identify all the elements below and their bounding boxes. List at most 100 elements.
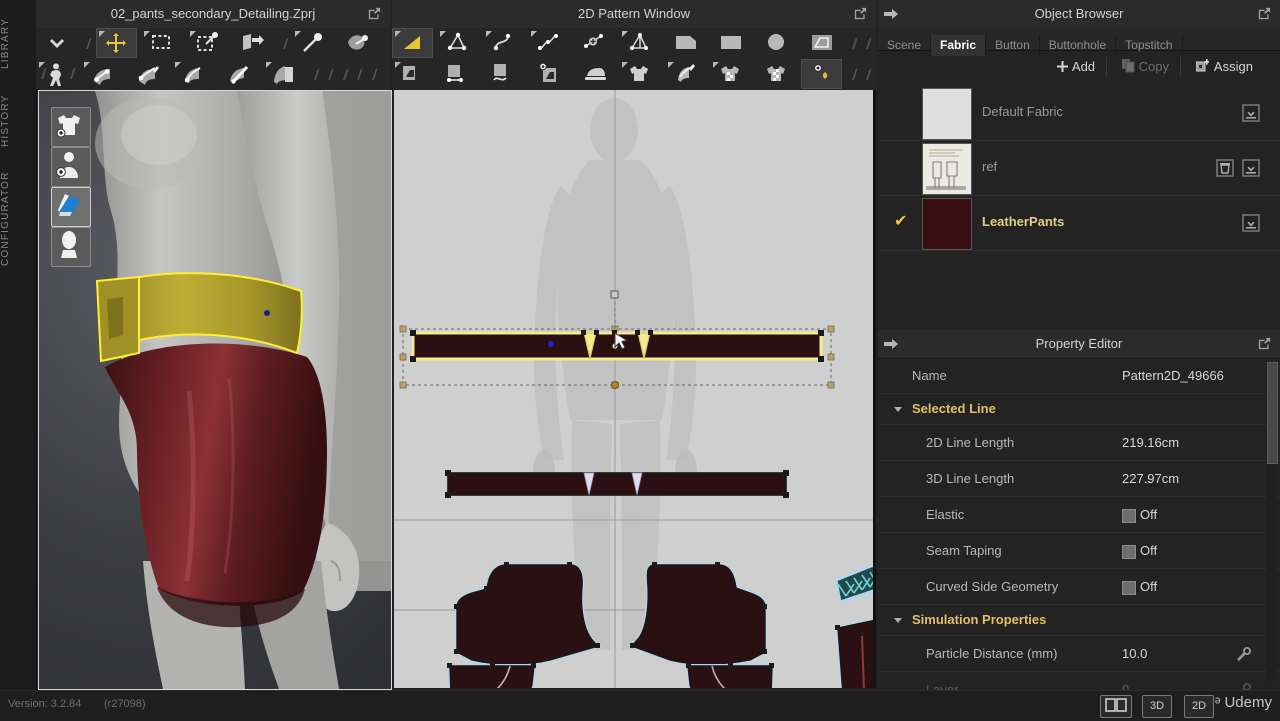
- tool-internal-line-icon[interactable]: [437, 59, 478, 89]
- list-item[interactable]: Default Fabric: [878, 86, 1280, 141]
- object-browser-actions: Add Copy Assign: [878, 52, 1280, 82]
- tool-edit-curvature-icon[interactable]: [483, 28, 524, 58]
- rail-item-library[interactable]: LIBRARY: [0, 8, 36, 78]
- tool-edit-pattern-icon[interactable]: [392, 28, 433, 58]
- toolbar-chevron: [278, 28, 288, 58]
- tool-fold-line-icon[interactable]: [263, 59, 304, 89]
- tool-segment-sewing-icon[interactable]: [81, 59, 122, 89]
- toolbar-chevron: [367, 59, 377, 89]
- split-view-button[interactable]: [1100, 695, 1132, 718]
- tool-avatar-walk-icon[interactable]: [36, 59, 77, 89]
- save-fabric-icon[interactable]: [1242, 104, 1260, 122]
- list-item[interactable]: ref: [878, 141, 1280, 196]
- tool-show-internal-shape-icon[interactable]: [528, 59, 569, 89]
- wrench-icon[interactable]: [1236, 646, 1252, 662]
- fabric-swatch[interactable]: [922, 88, 972, 140]
- property-row-3d-line-length[interactable]: 3D Line Length 227.97cm: [878, 461, 1280, 497]
- tool-internal-curve-icon[interactable]: [483, 59, 524, 89]
- save-fabric-icon[interactable]: [1242, 214, 1260, 232]
- tool-tack-on-avatar-icon[interactable]: [338, 28, 379, 58]
- tool-internal-polygon-icon[interactable]: [392, 59, 433, 89]
- tool-rectangle-select-icon[interactable]: [141, 28, 182, 58]
- show-garment-icon[interactable]: [51, 107, 91, 147]
- view-2d-button[interactable]: 2D: [1184, 695, 1214, 718]
- popout-icon[interactable]: [853, 6, 868, 21]
- curved-side-geometry-checkbox[interactable]: [1122, 581, 1136, 595]
- property-row-layer[interactable]: Layer 0: [878, 672, 1280, 690]
- chevron-down-icon[interactable]: [894, 407, 902, 412]
- tool-add-point-icon[interactable]: [574, 28, 615, 58]
- copy-fabric-button[interactable]: Copy: [1116, 55, 1175, 79]
- toolbar-chevron: [81, 28, 91, 58]
- property-row-name[interactable]: Name Pattern2D_49666: [878, 358, 1280, 394]
- property-group-selected-line[interactable]: Selected Line: [878, 394, 1280, 425]
- property-row-2d-line-length[interactable]: 2D Line Length 219.16cm: [878, 425, 1280, 461]
- tool-add-point-split-icon[interactable]: [528, 28, 569, 58]
- property-row-curved-side-geometry[interactable]: Curved Side Geometry Off: [878, 569, 1280, 605]
- tool-transform-move-icon[interactable]: [96, 28, 137, 58]
- fabric-swatch[interactable]: [922, 143, 972, 195]
- property-label: Curved Side Geometry: [926, 579, 1058, 594]
- property-group-simulation-properties[interactable]: Simulation Properties: [878, 605, 1280, 636]
- tool-texture-tshirt-icon[interactable]: [710, 59, 751, 89]
- wrench-icon[interactable]: [1236, 682, 1252, 690]
- tool-trace-icon[interactable]: [801, 28, 842, 58]
- tool-polygon-icon[interactable]: [665, 28, 706, 58]
- rail-item-configurator[interactable]: CONFIGURATOR: [0, 164, 36, 274]
- status-bar: Version: 3.2.84 (r27098) 3D 2D ᵊ Udemy: [0, 690, 1280, 721]
- popout-icon[interactable]: [1257, 336, 1272, 351]
- fabric-thumbnail: [923, 144, 969, 192]
- elastic-checkbox[interactable]: [1122, 509, 1136, 523]
- add-fabric-button[interactable]: Add: [1050, 55, 1101, 79]
- show-mannequin-icon[interactable]: [51, 227, 91, 267]
- tool-fold-arrange-icon[interactable]: [232, 28, 273, 58]
- show-fabric-icon[interactable]: [51, 187, 91, 227]
- tool-iron-fold-icon[interactable]: [574, 59, 615, 89]
- tool-rectangle-icon[interactable]: [710, 28, 751, 58]
- property-value[interactable]: 10.0: [1122, 646, 1147, 661]
- show-avatar-icon[interactable]: [51, 147, 91, 187]
- tool-pattern-tshirt-icon[interactable]: [756, 59, 797, 89]
- tool-sewing-line-icon[interactable]: [218, 59, 259, 89]
- property-editor-scrollbar[interactable]: [1267, 362, 1276, 682]
- fabric-swatch[interactable]: [922, 198, 972, 250]
- property-row-seam-taping[interactable]: Seam Taping Off: [878, 533, 1280, 569]
- property-editor-scroll-thumb[interactable]: [1267, 362, 1278, 464]
- viewport-3d[interactable]: [38, 90, 392, 690]
- object-browser-title: Object Browser: [1035, 6, 1124, 21]
- property-value[interactable]: Pattern2D_49666: [1122, 368, 1234, 383]
- property-value[interactable]: 227.97cm: [1122, 471, 1179, 486]
- tool-segment-icon[interactable]: [619, 28, 660, 58]
- viewport-2d-splitter[interactable]: [873, 90, 876, 688]
- popout-icon[interactable]: [1257, 6, 1272, 21]
- tool-transform-pattern-icon[interactable]: [187, 28, 228, 58]
- tool-import-icon[interactable]: [36, 28, 77, 58]
- toolbar-chevron: [352, 59, 362, 89]
- tool-pin-icon[interactable]: [292, 28, 333, 58]
- tool-garment-tshirt-icon[interactable]: [619, 59, 660, 89]
- rail-item-history[interactable]: HISTORY: [0, 86, 36, 156]
- property-row-particle-distance[interactable]: Particle Distance (mm) 10.0: [878, 636, 1280, 672]
- arrow-right-icon[interactable]: [882, 5, 900, 23]
- property-value[interactable]: 0: [1122, 682, 1129, 690]
- popout-icon[interactable]: [367, 6, 382, 21]
- tool-edit-curve-point-icon[interactable]: [437, 28, 478, 58]
- tool-circle-icon[interactable]: [756, 28, 797, 58]
- view-3d-button[interactable]: 3D: [1142, 695, 1172, 718]
- property-value[interactable]: 219.16cm: [1122, 435, 1179, 450]
- property-value: Off: [1140, 579, 1157, 594]
- tool-show-gizmo-icon[interactable]: [801, 59, 842, 89]
- save-fabric-icon[interactable]: [1242, 159, 1260, 177]
- viewport-2d[interactable]: [394, 90, 876, 688]
- list-item[interactable]: ✔ LeatherPants: [878, 196, 1280, 251]
- chevron-down-icon[interactable]: [894, 618, 902, 623]
- arrow-right-icon[interactable]: [882, 335, 900, 353]
- assign-fabric-button[interactable]: Assign: [1190, 55, 1259, 79]
- property-row-elastic[interactable]: Elastic Off: [878, 497, 1280, 533]
- tool-free-sewing-icon[interactable]: [127, 59, 168, 89]
- seam-taping-checkbox[interactable]: [1122, 545, 1136, 559]
- tool-fabric-roll-icon[interactable]: [665, 59, 706, 89]
- viewport-3d-scene: [39, 91, 391, 689]
- tool-edit-sewing-icon[interactable]: [172, 59, 213, 89]
- delete-fabric-icon[interactable]: [1216, 159, 1234, 177]
